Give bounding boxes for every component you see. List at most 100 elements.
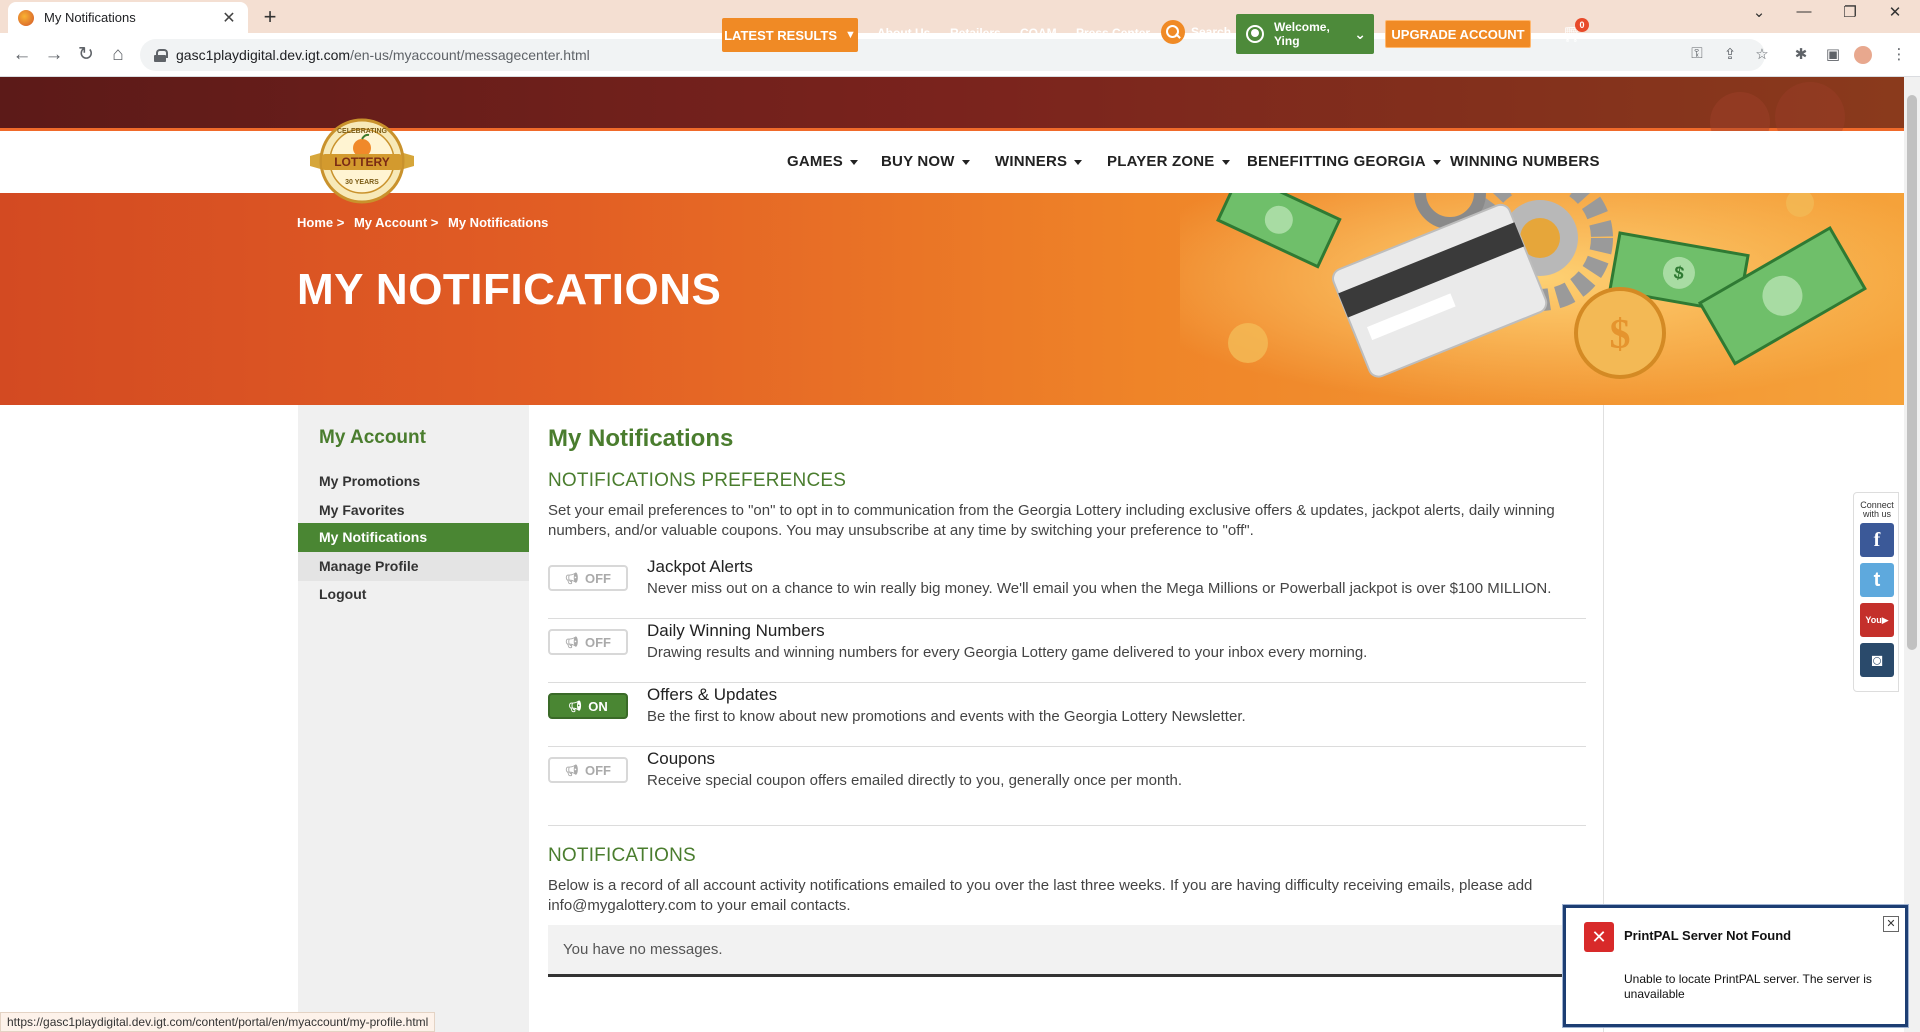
twitter-icon[interactable]: t	[1860, 563, 1894, 597]
toggle-state: ON	[588, 698, 608, 714]
logo-bottom-text: 30 YEARS	[345, 179, 379, 186]
close-tab-icon[interactable]: ✕	[220, 8, 238, 28]
notifications-heading: NOTIFICATIONS	[548, 845, 696, 866]
site-utility-bar	[0, 77, 1904, 131]
nav-benefitting-georgia-label: BENEFITTING GEORGIA	[1247, 153, 1426, 170]
about-us-link[interactable]: About Us	[877, 26, 930, 40]
daily-winning-numbers-toggle[interactable]: 📢︎ OFF	[548, 629, 628, 655]
caret-down-icon	[850, 159, 859, 165]
coupons-toggle[interactable]: 📢︎ OFF	[548, 757, 628, 783]
home-icon[interactable]: ⌂	[104, 41, 132, 69]
tab-search-chevron-icon[interactable]: ⌄	[1744, 3, 1774, 21]
url-host: gasc1playdigital.dev.igt.com	[176, 47, 351, 63]
offers-updates-toggle[interactable]: 📢︎ ON	[548, 693, 628, 719]
toast-message: Unable to locate PrintPAL server. The se…	[1624, 972, 1872, 1001]
breadcrumb: Home > My Account > My Notifications	[297, 215, 554, 230]
nav-winners[interactable]: WINNERS	[995, 153, 1083, 170]
sidebar-item-my-promotions[interactable]: My Promotions	[298, 467, 529, 496]
sidebar-item-manage-profile[interactable]: Manage Profile	[298, 552, 529, 581]
sidebar-item-logout[interactable]: Logout	[298, 580, 529, 609]
georgia-lottery-logo[interactable]: LOTTERY CELEBRATING 30 YEARS	[306, 118, 418, 204]
welcome-username: Ying	[1274, 34, 1300, 48]
bookmark-star-icon[interactable]: ☆	[1751, 45, 1773, 63]
notifications-content: My Notifications NOTIFICATIONS PREFERENC…	[529, 405, 1604, 1032]
pref-description: Receive special coupon offers emailed di…	[647, 772, 1183, 789]
caret-down-icon	[1221, 159, 1230, 165]
breadcrumb-separator: >	[336, 215, 345, 230]
page-hero-banner: Home > My Account > My Notifications MY …	[0, 193, 1904, 405]
sidebar-item-my-notifications[interactable]: My Notifications	[298, 523, 529, 552]
close-window-icon[interactable]: ✕	[1880, 3, 1910, 21]
megaphone-icon: 📢︎	[565, 636, 579, 649]
preferences-intro: Set your email preferences to "on" to op…	[548, 502, 1555, 539]
scrollbar-thumb[interactable]	[1907, 95, 1917, 650]
key-icon[interactable]: ⚿	[1686, 45, 1708, 62]
press-center-link[interactable]: Press Center	[1076, 26, 1150, 40]
coam-link[interactable]: COAM	[1020, 26, 1057, 40]
pref-name: Daily Winning Numbers	[647, 621, 825, 640]
main-navigation: GAMES BUY NOW WINNERS PLAYER ZONE BENEFI…	[0, 131, 1904, 193]
messages-list: You have no messages.	[548, 925, 1568, 977]
breadcrumb-my-account[interactable]: My Account	[354, 215, 427, 230]
status-bar-url: https://gasc1playdigital.dev.igt.com/con…	[0, 1012, 436, 1032]
latest-results-label: LATEST RESULTS	[724, 27, 837, 43]
forward-icon[interactable]: →	[40, 41, 68, 69]
chevron-down-icon: ⌄	[1354, 25, 1366, 42]
side-panel-icon[interactable]: ▣	[1822, 45, 1844, 63]
toggle-state: OFF	[584, 634, 611, 650]
nav-winning-numbers[interactable]: WINNING NUMBERS	[1450, 153, 1600, 170]
nav-buy-now[interactable]: BUY NOW	[881, 153, 970, 170]
logo-main-text: LOTTERY	[334, 155, 390, 169]
facebook-icon[interactable]: f	[1860, 523, 1894, 557]
error-icon: ✕	[1584, 922, 1614, 952]
upgrade-account-button[interactable]: UPGRADE ACCOUNT	[1385, 20, 1531, 48]
lock-icon	[154, 49, 168, 62]
sidebar-item-my-favorites[interactable]: My Favorites	[298, 496, 529, 525]
toast-title: PrintPAL Server Not Found	[1624, 928, 1792, 943]
nav-winning-numbers-label: WINNING NUMBERS	[1450, 153, 1600, 170]
cart-count-badge: 0	[1575, 18, 1589, 32]
megaphone-icon: 📢︎	[565, 764, 579, 777]
browser-menu-icon[interactable]: ⋮	[1888, 45, 1910, 63]
close-icon[interactable]: ✕	[1883, 916, 1899, 932]
empty-messages-text: You have no messages.	[563, 941, 723, 958]
browser-tab[interactable]: My Notifications ✕	[8, 2, 248, 33]
search-icon	[1161, 20, 1185, 44]
connect-label: Connect with us	[1854, 501, 1900, 519]
share-icon[interactable]: ⇪	[1719, 45, 1741, 63]
latest-results-button[interactable]: LATEST RESULTS ▼	[722, 18, 858, 52]
account-menu-button[interactable]: Welcome, Ying ⌄	[1236, 14, 1374, 54]
site-search-button[interactable]: Search	[1161, 20, 1231, 44]
minimize-icon[interactable]: —	[1789, 3, 1819, 20]
pref-description: Be the first to know about new promotion…	[647, 708, 1246, 725]
welcome-greeting: Welcome,	[1274, 20, 1330, 34]
nav-benefitting-georgia[interactable]: BENEFITTING GEORGIA	[1247, 153, 1441, 170]
social-links-rail: Connect with us f t You▶ ◙	[1853, 492, 1899, 692]
pref-description: Never miss out on a chance to win really…	[647, 580, 1552, 597]
nav-winners-label: WINNERS	[995, 153, 1068, 170]
megaphone-icon: 📢︎	[568, 700, 583, 713]
pref-row-jackpot-alerts: 📢︎ OFF Jackpot Alerts Never miss out on a…	[548, 555, 1586, 619]
new-tab-icon[interactable]: +	[258, 4, 282, 30]
nav-player-zone[interactable]: PLAYER ZONE	[1107, 153, 1230, 170]
instagram-icon[interactable]: ◙	[1860, 643, 1894, 677]
jackpot-alerts-toggle[interactable]: 📢︎ OFF	[548, 565, 628, 591]
pref-name: Coupons	[647, 749, 716, 768]
retailers-link[interactable]: Retailers	[950, 26, 1001, 40]
breadcrumb-home[interactable]: Home	[297, 215, 333, 230]
profile-avatar-icon[interactable]	[1854, 46, 1872, 64]
extensions-icon[interactable]: ✱	[1790, 45, 1812, 63]
nav-games[interactable]: GAMES	[787, 153, 859, 170]
caret-down-icon	[1074, 159, 1083, 165]
back-icon[interactable]: ←	[8, 41, 36, 69]
restore-icon[interactable]: ❐	[1835, 3, 1865, 21]
megaphone-icon: 📢︎	[565, 572, 579, 585]
notifications-intro: Below is a record of all account activit…	[548, 877, 1533, 914]
preferences-heading: NOTIFICATIONS PREFERENCES	[548, 470, 847, 491]
chevron-down-icon: ▼	[845, 29, 856, 41]
reload-icon[interactable]: ↻	[72, 41, 100, 69]
toggle-state: OFF	[584, 762, 611, 778]
connect-line-2: with us	[1862, 509, 1891, 519]
youtube-icon[interactable]: You▶	[1860, 603, 1894, 637]
nav-buy-now-label: BUY NOW	[881, 153, 955, 170]
